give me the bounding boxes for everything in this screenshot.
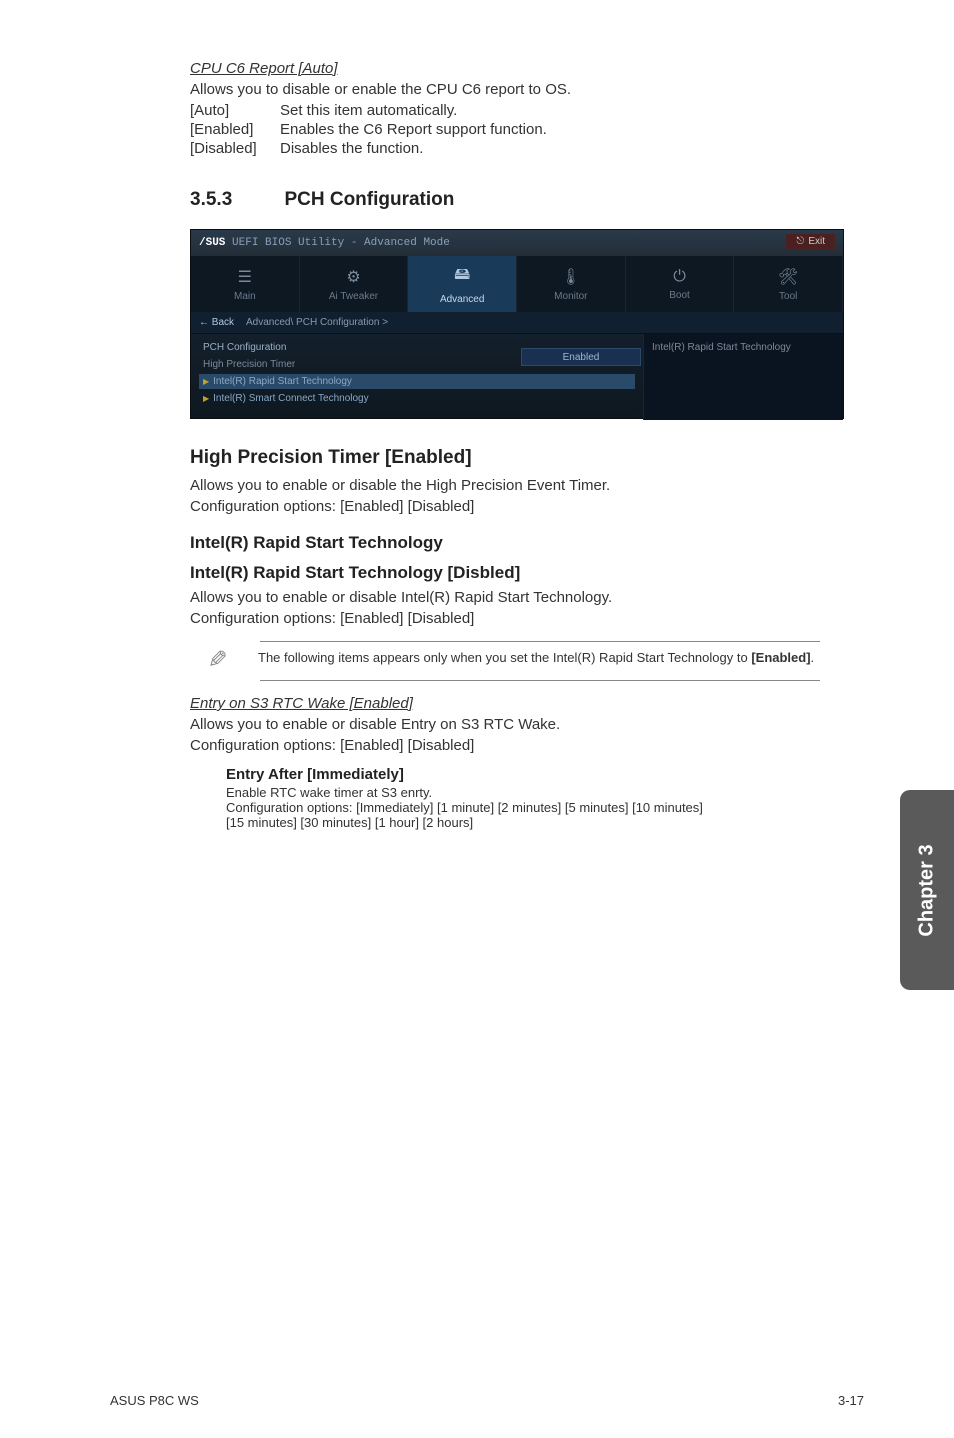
option-key: [Disabled] xyxy=(190,140,280,157)
bios-main-panel: PCH Configuration High Precision Timer ▶… xyxy=(191,334,643,420)
bios-titlebar: /SUS UEFI BIOS Utility - Advanced Mode ⎋… xyxy=(191,230,843,256)
tab-monitor[interactable]: 🌡 Monitor xyxy=(517,256,626,312)
section-heading: 3.5.3 PCH Configuration xyxy=(190,189,844,211)
page-footer: ASUS P8C WS 3-17 xyxy=(0,1393,954,1408)
entry-s3-heading: Entry on S3 RTC Wake [Enabled] xyxy=(190,695,844,712)
entry-after-title: Entry After [Immediately] xyxy=(226,766,844,783)
back-button[interactable]: ← Back xyxy=(199,317,234,328)
tab-label: Monitor xyxy=(554,291,587,302)
footer-page-number: 3-17 xyxy=(838,1393,864,1408)
submenu-link-rapid-start[interactable]: ▶Intel(R) Rapid Start Technology xyxy=(199,374,635,389)
option-row: [Auto] Set this item automatically. xyxy=(190,102,844,119)
power-icon: ⏻ xyxy=(673,268,686,286)
entry-after-block: Entry After [Immediately] Enable RTC wak… xyxy=(226,766,844,830)
option-val: Disables the function. xyxy=(280,140,423,157)
cpu-c6-report-heading: CPU C6 Report [Auto] xyxy=(190,60,844,77)
note-box: The following items appears only when yo… xyxy=(260,641,820,681)
chapter-tab: Chapter 3 xyxy=(900,790,954,990)
entry-after-line: Enable RTC wake timer at S3 enrty. xyxy=(226,785,844,800)
tab-tool[interactable]: 🛠 Tool xyxy=(734,256,843,312)
option-row: [Disabled] Disables the function. xyxy=(190,140,844,157)
section-number: 3.5.3 xyxy=(190,189,280,211)
option-key: [Auto] xyxy=(190,102,280,119)
chip-icon: 🖴 xyxy=(454,263,470,290)
arrow-icon: ▶ xyxy=(203,377,209,386)
tab-label: Main xyxy=(234,291,256,302)
bios-brand: /SUS UEFI BIOS Utility - Advanced Mode xyxy=(199,237,450,249)
rst-desc: Allows you to enable or disable Intel(R)… xyxy=(190,589,844,606)
wrench-icon: 🛠 xyxy=(778,267,798,287)
rst-heading: Intel(R) Rapid Start Technology xyxy=(190,533,844,553)
dropdown-value[interactable]: Enabled xyxy=(521,348,641,366)
hpt-config: Configuration options: [Enabled] [Disabl… xyxy=(190,498,844,515)
tab-label: Boot xyxy=(669,290,690,301)
thermometer-icon: 🌡 xyxy=(561,267,581,287)
bios-screenshot: /SUS UEFI BIOS Utility - Advanced Mode ⎋… xyxy=(190,229,844,419)
bios-info-panel: Intel(R) Rapid Start Technology xyxy=(643,334,843,420)
option-key: [Enabled] xyxy=(190,121,280,138)
submenu-link-smart-connect[interactable]: ▶Intel(R) Smart Connect Technology xyxy=(203,391,631,406)
option-row: [Enabled] Enables the C6 Report support … xyxy=(190,121,844,138)
arrow-icon: ▶ xyxy=(203,394,209,403)
rst-sub-heading: Intel(R) Rapid Start Technology [Disbled… xyxy=(190,563,844,583)
rst-config: Configuration options: [Enabled] [Disabl… xyxy=(190,610,844,627)
tab-label: Tool xyxy=(779,291,797,302)
tab-label: Advanced xyxy=(440,294,484,305)
entry-s3-desc: Allows you to enable or disable Entry on… xyxy=(190,716,844,733)
tab-ai-tweaker[interactable]: ⚙ Ai Tweaker xyxy=(300,256,409,312)
bios-tabs: ☰ Main ⚙ Ai Tweaker 🖴 Advanced 🌡 Monitor… xyxy=(191,256,843,312)
tab-boot[interactable]: ⏻ Boot xyxy=(626,256,735,312)
entry-after-line: Configuration options: [Immediately] [1 … xyxy=(226,800,844,815)
hpt-desc: Allows you to enable or disable the High… xyxy=(190,477,844,494)
exit-button[interactable]: ⎋Exit xyxy=(786,234,835,249)
breadcrumb-text: Advanced\ PCH Configuration > xyxy=(246,317,388,328)
cpu-c6-desc: Allows you to disable or enable the CPU … xyxy=(190,81,844,98)
gear-icon: ⚙ xyxy=(346,267,360,287)
tab-advanced[interactable]: 🖴 Advanced xyxy=(408,256,517,312)
section-title: PCH Configuration xyxy=(284,189,454,210)
note-text: The following items appears only when yo… xyxy=(258,650,814,665)
footer-product: ASUS P8C WS xyxy=(110,1393,199,1408)
pencil-icon xyxy=(210,650,232,672)
option-val: Set this item automatically. xyxy=(280,102,457,119)
hpt-heading: High Precision Timer [Enabled] xyxy=(190,447,844,469)
entry-after-line: [15 minutes] [30 minutes] [1 hour] [2 ho… xyxy=(226,815,844,830)
option-val: Enables the C6 Report support function. xyxy=(280,121,547,138)
entry-s3-config: Configuration options: [Enabled] [Disabl… xyxy=(190,737,844,754)
chapter-label: Chapter 3 xyxy=(916,844,939,936)
tab-label: Ai Tweaker xyxy=(329,291,378,302)
tab-main[interactable]: ☰ Main xyxy=(191,256,300,312)
breadcrumb: ← Back Advanced\ PCH Configuration > xyxy=(191,312,843,334)
exit-icon: ⎋ xyxy=(796,236,804,247)
list-icon: ☰ xyxy=(238,267,252,287)
